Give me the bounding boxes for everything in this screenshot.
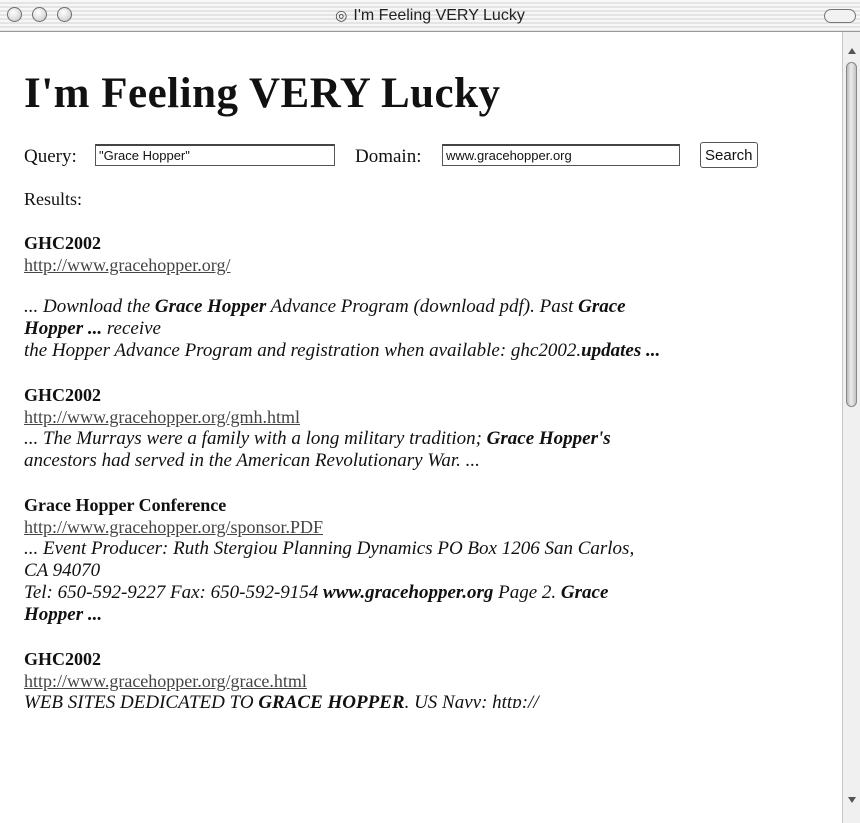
results-label: Results:	[24, 189, 83, 209]
result-title: Grace Hopper Conference	[24, 495, 227, 515]
scroll-up-arrow-icon[interactable]	[848, 48, 856, 54]
result-snippet: ... Download the Grace Hopper Advance Pr…	[24, 296, 661, 361]
domain-label: Domain:	[355, 146, 422, 167]
window-title: I'm Feeling VERY Lucky	[353, 7, 525, 24]
result-snippet: WEB SITES DEDICATED TO GRACE HOPPER. US …	[24, 692, 539, 708]
result-url-link[interactable]: http://www.gracehopper.org/gmh.html	[24, 406, 300, 428]
toolbar-toggle-button[interactable]	[824, 9, 856, 23]
scrollbar-thumb[interactable]	[846, 62, 857, 407]
result-url-link[interactable]: http://www.gracehopper.org/	[24, 254, 230, 276]
result-title: GHC2002	[24, 649, 102, 669]
result-snippet: ... Event Producer: Ruth Stergiou Planni…	[24, 538, 635, 625]
search-form: Query: Domain: Search	[24, 140, 836, 170]
query-label: Query:	[24, 146, 77, 167]
window-title-group: ◎ I'm Feeling VERY Lucky	[0, 7, 860, 25]
search-result: GHC2002 http://www.gracehopper.org/gmh.ht…	[24, 384, 836, 472]
compass-icon: ◎	[335, 7, 348, 23]
domain-input[interactable]	[442, 144, 680, 166]
scroll-down-arrow-icon[interactable]	[848, 797, 856, 803]
page-title: I'm Feeling VERY Lucky	[24, 70, 501, 117]
window-titlebar[interactable]: ◎ I'm Feeling VERY Lucky	[0, 0, 860, 32]
result-snippet: ... The Murrays were a family with a lon…	[24, 428, 611, 471]
result-url-link[interactable]: http://www.gracehopper.org/grace.html	[24, 670, 307, 692]
search-result: GHC2002 http://www.gracehopper.org/grace.…	[24, 648, 836, 708]
results-list: GHC2002 http://www.gracehopper.org/... Do…	[24, 232, 836, 708]
result-title: GHC2002	[24, 385, 102, 405]
search-result: GHC2002 http://www.gracehopper.org/ ... Do…	[24, 232, 836, 362]
query-input[interactable]	[95, 144, 335, 166]
search-result: Grace Hopper Conference http://www.graceh…	[24, 494, 836, 626]
search-button[interactable]: Search	[700, 142, 758, 168]
result-url-link[interactable]: http://www.gracehopper.org/sponsor.PDF	[24, 516, 323, 538]
result-title: GHC2002	[24, 233, 102, 253]
page-content: I'm Feeling VERY Lucky Query: Domain: Se…	[24, 32, 836, 708]
vertical-scrollbar[interactable]	[842, 32, 860, 823]
